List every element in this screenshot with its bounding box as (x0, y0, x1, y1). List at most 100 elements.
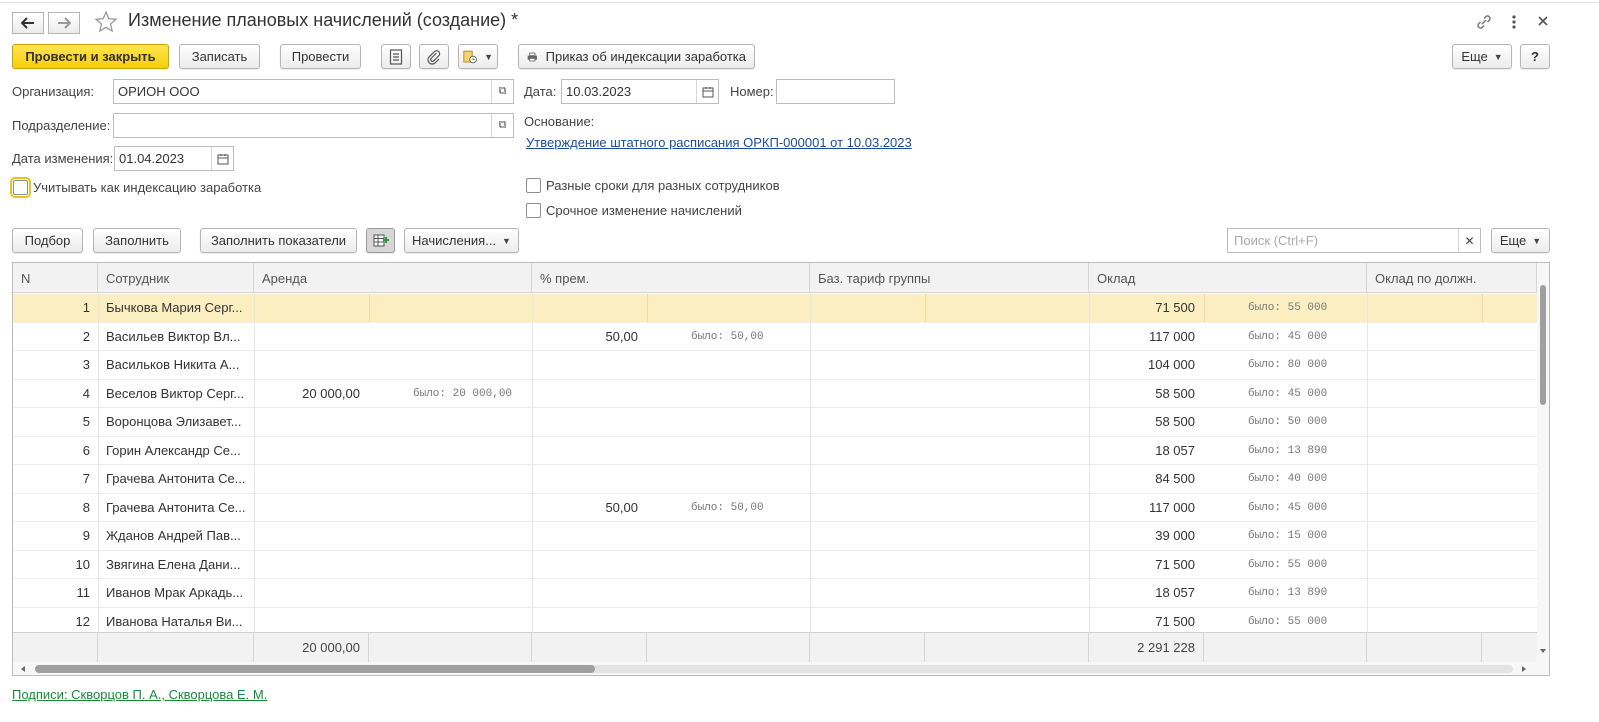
cell-employee[interactable]: Васильев Виктор Вл... (106, 323, 252, 351)
more-vertical-icon[interactable] (1510, 13, 1518, 31)
cell-rent-was[interactable] (413, 465, 525, 493)
help-button[interactable]: ? (1520, 44, 1550, 69)
cell-salary[interactable]: 58 500 (1089, 380, 1195, 408)
horizontal-scroll-thumb[interactable] (35, 665, 595, 673)
cell-n[interactable]: 1 (13, 294, 90, 322)
cell-rent-was[interactable] (413, 294, 525, 322)
scroll-right-icon[interactable] (1520, 665, 1528, 673)
cell-bonus[interactable] (532, 380, 638, 408)
forward-button[interactable] (48, 12, 80, 34)
cell-salary[interactable]: 104 000 (1089, 351, 1195, 379)
calendar-icon[interactable] (211, 147, 233, 170)
cell-bonus-was[interactable] (691, 380, 803, 408)
cell-n[interactable]: 5 (13, 408, 90, 436)
cell-employee[interactable]: Жданов Андрей Пав... (106, 522, 252, 550)
cell-rent[interactable] (254, 494, 360, 522)
cell-salary[interactable]: 84 500 (1089, 465, 1195, 493)
cell-rent-was[interactable] (413, 494, 525, 522)
cell-rent-was[interactable] (413, 437, 525, 465)
fill-button[interactable]: Заполнить (93, 228, 181, 253)
cell-salary[interactable]: 117 000 (1089, 323, 1195, 351)
cell-rent-was[interactable] (413, 408, 525, 436)
cell-rent-was[interactable] (413, 551, 525, 579)
cell-bonus-was[interactable] (691, 522, 803, 550)
cell-n[interactable]: 10 (13, 551, 90, 579)
post-and-close-button[interactable]: Провести и закрыть (12, 44, 169, 69)
cell-bonus[interactable]: 50,00 (532, 323, 638, 351)
table-row[interactable]: 4 Веселов Виктор Серг... 20 000,00 было: 20… (13, 380, 1537, 408)
cell-bonus-was[interactable] (691, 294, 803, 322)
vertical-scroll-thumb[interactable] (1540, 285, 1546, 405)
table-row[interactable]: 3 Васильков Никита А... 104 000 было: 80 00… (13, 351, 1537, 380)
cell-salary-was[interactable]: было: 55 000 (1248, 294, 1360, 322)
scroll-down-icon[interactable] (1539, 647, 1547, 655)
number-field[interactable] (776, 79, 895, 104)
cell-employee[interactable]: Звягина Елена Дани... (106, 551, 252, 579)
cell-salary-was[interactable]: было: 13 890 (1248, 579, 1360, 607)
cell-bonus-was[interactable] (691, 579, 803, 607)
cell-salary-was[interactable]: было: 55 000 (1248, 551, 1360, 579)
table-row[interactable]: 11 Иванов Мрак Аркадь... 18 057 было: 13 89… (13, 579, 1537, 608)
cell-salary[interactable]: 71 500 (1089, 551, 1195, 579)
show-indicators-toggle[interactable] (366, 228, 395, 253)
different-dates-checkbox[interactable] (526, 178, 541, 193)
cell-n[interactable]: 11 (13, 579, 91, 607)
cell-salary[interactable]: 117 000 (1089, 494, 1195, 522)
table-row[interactable]: 5 Воронцова Элизавет... 58 500 было: 50 000 (13, 408, 1537, 437)
table-row[interactable]: 6 Горин Александр Се... 18 057 было: 13 890 (13, 437, 1537, 465)
scroll-left-icon[interactable] (19, 665, 27, 673)
accruals-table[interactable]: N Сотрудник Аренда % прем. Баз. тариф гр… (12, 262, 1550, 676)
cell-bonus[interactable] (532, 579, 638, 607)
table-row[interactable]: 7 Грачева Антонита Се... 84 500 было: 40 00… (13, 465, 1537, 494)
cell-rent[interactable] (254, 551, 360, 579)
cell-bonus-was[interactable] (691, 408, 803, 436)
cell-bonus-was[interactable] (691, 465, 803, 493)
cell-bonus[interactable] (532, 408, 638, 436)
cell-bonus-was[interactable] (691, 551, 803, 579)
cell-rent[interactable] (254, 465, 360, 493)
cell-rent[interactable] (254, 294, 360, 322)
more-button[interactable]: Еще ▼ (1452, 44, 1512, 69)
department-field[interactable]: ⧉ (113, 113, 514, 138)
cell-rent-was[interactable] (413, 351, 525, 379)
attachment-button[interactable] (419, 44, 449, 69)
favorite-star-icon[interactable] (94, 10, 118, 37)
cell-bonus[interactable]: 50,00 (532, 494, 638, 522)
header-employee[interactable]: Сотрудник (98, 263, 254, 293)
create-based-on-button[interactable]: ▼ (458, 44, 498, 69)
cell-rent[interactable] (254, 522, 360, 550)
cell-n[interactable]: 7 (13, 465, 90, 493)
cell-salary-was[interactable]: было: 15 000 (1248, 522, 1360, 550)
header-position-salary[interactable]: Оклад по должн. (1367, 263, 1537, 293)
cell-rent[interactable] (254, 323, 360, 351)
cell-employee[interactable]: Горин Александр Се... (106, 437, 252, 465)
cell-rent[interactable] (254, 579, 360, 607)
cell-employee[interactable]: Грачева Антонита Се... (106, 494, 252, 522)
cell-salary-was[interactable]: было: 80 000 (1248, 351, 1360, 379)
cell-salary[interactable]: 58 500 (1089, 408, 1195, 436)
fill-indicators-button[interactable]: Заполнить показатели (200, 228, 357, 253)
cell-rent[interactable]: 20 000,00 (254, 380, 360, 408)
table-more-button[interactable]: Еще ▼ (1491, 228, 1550, 253)
cell-n[interactable]: 4 (13, 380, 90, 408)
header-rent[interactable]: Аренда (254, 263, 532, 293)
indexation-checkbox[interactable] (10, 177, 31, 198)
cell-bonus[interactable] (532, 351, 638, 379)
accruals-button[interactable]: Начисления... ▼ (404, 228, 519, 253)
cell-salary[interactable]: 39 000 (1089, 522, 1195, 550)
search-input[interactable]: Поиск (Ctrl+F) ✕ (1227, 228, 1481, 253)
cell-salary[interactable]: 18 057 (1089, 579, 1195, 607)
cell-salary-was[interactable]: было: 50 000 (1248, 408, 1360, 436)
table-row[interactable]: 1 Бычкова Мария Серг... 71 500 было: 55 000 (13, 294, 1537, 323)
cell-salary[interactable]: 71 500 (1089, 294, 1195, 322)
table-row[interactable]: 9 Жданов Андрей Пав... 39 000 было: 15 000 (13, 522, 1537, 551)
cell-salary-was[interactable]: было: 45 000 (1248, 380, 1360, 408)
cell-n[interactable]: 6 (13, 437, 90, 465)
cell-rent-was[interactable] (413, 522, 525, 550)
cell-employee[interactable]: Грачева Антонита Се... (106, 465, 252, 493)
cell-n[interactable]: 9 (13, 522, 90, 550)
cell-salary-was[interactable]: было: 45 000 (1248, 323, 1360, 351)
cell-n[interactable]: 2 (13, 323, 90, 351)
cell-salary-was[interactable]: было: 40 000 (1248, 465, 1360, 493)
header-base-rate[interactable]: Баз. тариф группы (810, 263, 1089, 293)
